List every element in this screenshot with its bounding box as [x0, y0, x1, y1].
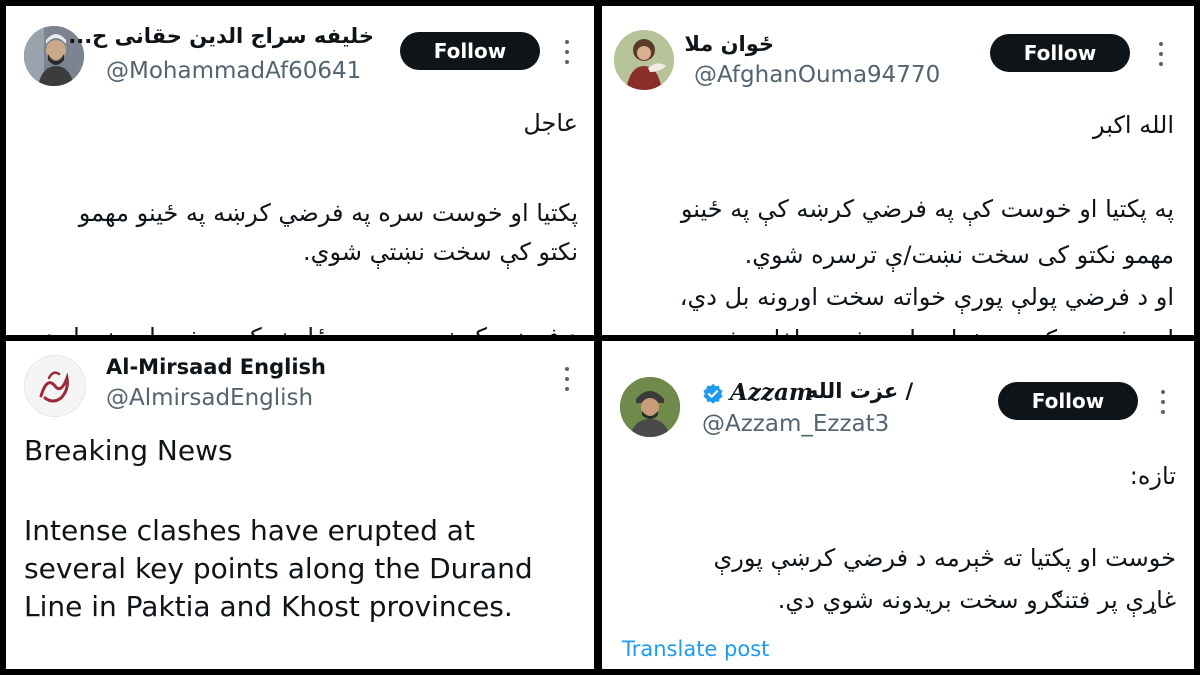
- avatar[interactable]: [614, 30, 674, 90]
- tweet-line: several key points along the Durand: [24, 552, 533, 585]
- man-in-turban-portrait-icon: [620, 377, 680, 437]
- tweet-line: په پکتیا او خوست کې په فرضي کرښه کې په ځ…: [680, 195, 1174, 223]
- display-name-arabic[interactable]: / عزت الله: [806, 379, 913, 403]
- user-handle[interactable]: @AlmirsadEnglish: [106, 385, 313, 411]
- display-name[interactable]: خلیفه سراج الدین حقانی ح...: [68, 24, 374, 48]
- tweet-card-4: Azzam / عزت الله @Azzam_Ezzat3 Follow تا…: [602, 341, 1194, 669]
- avatar[interactable]: [24, 355, 86, 417]
- tweet-line: مهمو نکتو کی سخت نښت/ې ترسره شوي.: [744, 241, 1174, 269]
- tweet-line: خوست او پکتیا ته څېرمه د فرضي کرښې پورې: [713, 544, 1176, 572]
- tweet-line: د فرضي کرښې په مهمو ځایونو کې سخت اورونه…: [8, 318, 578, 335]
- tweet-line: غاړې پر فتنګرو سخت بریدونه شوي دي.: [777, 586, 1176, 614]
- display-name[interactable]: Al-Mirsaad English: [106, 355, 326, 379]
- follow-button[interactable]: Follow: [998, 382, 1138, 420]
- calligraphy-logo-icon: [25, 356, 85, 416]
- portrait-with-bird-icon: [614, 30, 674, 90]
- avatar[interactable]: [620, 377, 680, 437]
- tweet-line: عاجل: [523, 109, 578, 137]
- more-options-icon[interactable]: [1158, 42, 1164, 66]
- follow-button[interactable]: Follow: [400, 32, 540, 70]
- tweet-line: پکتیا او خوست سره په فرضي کرښه په ځینو م…: [78, 199, 578, 227]
- tweet-line: نکتو کې سخت نښتې شوي.: [303, 238, 578, 266]
- more-options-icon[interactable]: [1160, 390, 1166, 414]
- tweet-card-1: خلیفه سراج الدین حقانی ح... @MohammadAf6…: [6, 6, 594, 335]
- user-handle[interactable]: @Azzam_Ezzat3: [702, 411, 889, 437]
- translate-post-link[interactable]: Translate post: [622, 637, 769, 661]
- display-name-latin[interactable]: Azzam: [730, 379, 813, 406]
- user-handle[interactable]: @AfghanOuma94770: [694, 62, 940, 88]
- tweet-line: او د فرضي کرښې خوا ته لوی شمیر تلفات شوي…: [602, 320, 1174, 335]
- tweet-card-3: Al-Mirsaad English @AlmirsadEnglish Brea…: [6, 341, 594, 669]
- more-options-icon[interactable]: [564, 40, 570, 64]
- tweet-line: Breaking News: [24, 434, 233, 467]
- tweet-line: Line in Paktia and Khost provinces.: [24, 590, 513, 623]
- more-options-icon[interactable]: [564, 367, 570, 391]
- user-handle[interactable]: @MohammadAf60641: [106, 58, 361, 84]
- tweet-line: تازه:: [1129, 462, 1176, 490]
- tweet-line: او د فرضي پولې پورې خواته سخت اورونه بل …: [679, 283, 1174, 311]
- verified-badge-icon: [703, 383, 723, 404]
- tweet-line: Intense clashes have erupted at: [24, 514, 475, 547]
- tweet-card-2: ځوان ملا @AfghanOuma94770 Follow الله اک…: [602, 6, 1194, 335]
- tweet-line: الله اکبر: [1093, 111, 1174, 139]
- follow-button[interactable]: Follow: [990, 34, 1130, 72]
- display-name[interactable]: ځوان ملا: [684, 32, 774, 56]
